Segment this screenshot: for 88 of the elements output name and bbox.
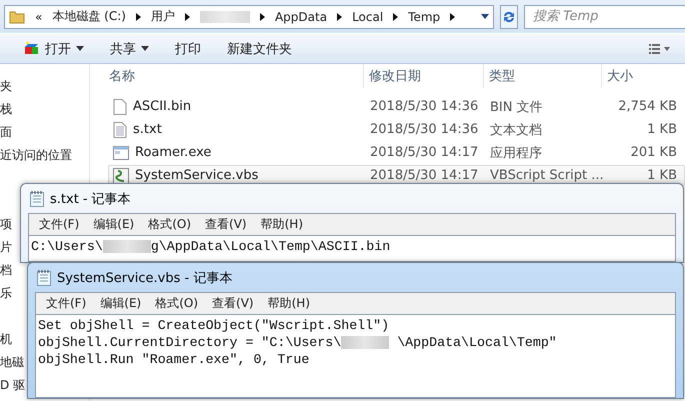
text-file-icon bbox=[113, 122, 127, 138]
file-name: s.txt bbox=[133, 122, 162, 137]
file-size: 201 KB bbox=[630, 145, 678, 160]
menu-item[interactable]: 查看(V) bbox=[206, 295, 260, 312]
caret-icon bbox=[141, 46, 149, 51]
navigation-item[interactable]: 栈 bbox=[0, 98, 12, 121]
file-type: BIN 文件 bbox=[489, 98, 544, 116]
column-header[interactable]: 类型 bbox=[484, 64, 602, 88]
separator-arrow-icon[interactable] bbox=[260, 12, 265, 20]
application-icon bbox=[113, 146, 129, 160]
code-text: objShell.Run "Roamer.exe", 0, True bbox=[38, 351, 310, 368]
modified-date: 2018/5/30 14:36 bbox=[369, 122, 480, 137]
menu-item[interactable]: 查看(V) bbox=[199, 216, 253, 233]
menu-item[interactable]: 格式(O) bbox=[142, 216, 198, 233]
file-icon bbox=[113, 98, 127, 114]
file-row[interactable]: s.txt 2018/5/30 14:36 文本文档 1 KB bbox=[108, 119, 685, 140]
file-row[interactable]: ASCII.bin 2018/5/30 14:36 BIN 文件 2,754 KB bbox=[108, 96, 685, 117]
file-type: 文本文档 bbox=[489, 122, 543, 138]
menu-item[interactable]: 帮助(H) bbox=[262, 295, 316, 312]
window-title: s.txt - 记事本 bbox=[50, 190, 131, 208]
toolbar-button[interactable]: 打印 bbox=[165, 36, 211, 60]
toolbar-button[interactable]: 打开 bbox=[14, 36, 94, 60]
separator-arrow-icon[interactable] bbox=[393, 12, 398, 20]
text-editor[interactable]: C:\Users\ g\AppData\Local\Temp\ASCII.bin bbox=[28, 235, 676, 262]
modified-date: 2018/5/30 14:17 bbox=[369, 145, 480, 160]
breadcrumb[interactable]: 本地磁盘 (C:) bbox=[52, 8, 126, 25]
refresh-button[interactable] bbox=[500, 4, 518, 28]
file-size: 1 KB bbox=[646, 122, 678, 137]
notepad-icon bbox=[37, 270, 51, 286]
modified-date: 2018/5/30 14:17 bbox=[369, 168, 480, 183]
search-field[interactable]: 搜索 Temp bbox=[524, 4, 685, 28]
caret-icon bbox=[76, 46, 84, 51]
toolbar-button[interactable]: 共享 bbox=[100, 36, 159, 60]
menu-item[interactable]: 文件(F) bbox=[33, 216, 86, 233]
breadcrumb[interactable]: Temp bbox=[408, 10, 440, 24]
redaction-mark bbox=[200, 10, 250, 22]
modified-date: 2018/5/30 14:36 bbox=[369, 99, 480, 114]
file-row[interactable]: Roamer.exe 2018/5/30 14:17 应用程序 201 KB bbox=[108, 142, 685, 163]
breadcrumb[interactable]: Local bbox=[352, 10, 384, 24]
breadcrumb[interactable]: AppData bbox=[274, 10, 328, 24]
file-name: ASCII.bin bbox=[133, 99, 192, 114]
toolbar-button[interactable]: 新建文件夹 bbox=[217, 36, 302, 60]
menu-item[interactable]: 编辑(E) bbox=[94, 295, 148, 312]
code-text: C:\Users\ bbox=[31, 238, 103, 255]
menu-item[interactable]: 格式(O) bbox=[149, 295, 204, 312]
separator-arrow-icon[interactable] bbox=[184, 12, 190, 20]
open-icon bbox=[24, 42, 40, 56]
view-options-icon[interactable] bbox=[649, 42, 671, 54]
redaction-mark bbox=[102, 240, 151, 253]
navigation-item[interactable]: 项 bbox=[0, 213, 12, 236]
text-editor[interactable]: Set objShell = CreateObject("Wscript.Shell") objShell.CurrentDirectory = "C:\Users\ \AppData\Local\Temp" objShell.Run "Roamer.exe", 0, True bbox=[35, 314, 676, 398]
address-bar[interactable]: « 本地磁盘 (C:) 用户 AppData Local Temp bbox=[4, 4, 494, 28]
column-header[interactable]: 修改日期 bbox=[364, 64, 484, 88]
menu-item[interactable]: 文件(F) bbox=[40, 295, 92, 312]
separator-arrow-icon[interactable] bbox=[337, 12, 342, 20]
menu-item[interactable]: 编辑(E) bbox=[87, 216, 140, 233]
file-size: 2,754 KB bbox=[617, 99, 678, 114]
folder-icon bbox=[9, 8, 25, 24]
code-text: g\AppData\Local\Temp\ASCII.bin bbox=[150, 238, 390, 255]
script-file-icon bbox=[113, 168, 129, 184]
column-header[interactable]: 大小 bbox=[602, 64, 682, 88]
navigation-item[interactable]: D 驱 bbox=[0, 374, 26, 397]
navigation-item[interactable]: 地磁 bbox=[0, 351, 24, 374]
file-size: 1 KB bbox=[646, 168, 678, 183]
menu-item[interactable]: 帮助(H) bbox=[254, 216, 309, 233]
dropdown-arrow-icon[interactable] bbox=[481, 14, 489, 19]
file-name: SystemService.vbs bbox=[135, 168, 258, 183]
file-type: VBScript Script ... bbox=[489, 168, 603, 183]
window-title: SystemService.vbs - 记事本 bbox=[57, 270, 232, 286]
code-text: Set objShell = CreateObject("Wscript.Shell") bbox=[38, 317, 390, 334]
code-text: \AppData\Local\Temp" bbox=[396, 334, 557, 351]
navigation-item[interactable]: 乐 bbox=[0, 282, 12, 305]
navigation-item[interactable]: 夹 bbox=[0, 75, 12, 98]
file-name: Roamer.exe bbox=[135, 145, 212, 160]
file-type: 应用程序 bbox=[489, 144, 543, 162]
separator-arrow-icon[interactable] bbox=[136, 12, 141, 20]
redaction-mark bbox=[341, 336, 390, 349]
separator-arrow-icon[interactable] bbox=[450, 12, 456, 20]
navigation-item[interactable]: 档 bbox=[0, 259, 12, 282]
breadcrumb[interactable]: 用户 bbox=[150, 8, 175, 25]
navigation-item[interactable]: 机 bbox=[0, 328, 12, 351]
overflow-chevron[interactable]: « bbox=[35, 10, 42, 24]
notepad-icon bbox=[30, 190, 44, 206]
navigation-item[interactable]: 片 bbox=[0, 236, 12, 259]
code-text: objShell.CurrentDirectory = "C:\Users\ bbox=[38, 334, 342, 351]
navigation-item[interactable]: 面 bbox=[0, 121, 12, 144]
navigation-item[interactable]: 近访问的位置 bbox=[0, 144, 72, 167]
column-header[interactable]: 名称 bbox=[104, 64, 364, 88]
